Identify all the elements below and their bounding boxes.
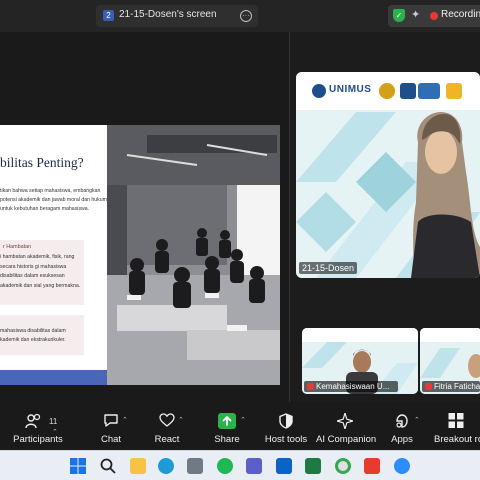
ai-companion-button[interactable]: AI Companion <box>316 402 377 450</box>
shield-icon <box>279 413 293 429</box>
thumbnail-banner-2 <box>420 328 480 342</box>
react-button[interactable]: ⌃ React <box>144 402 190 450</box>
thumbnail-name-text: Kemahasiswaan U... <box>316 382 390 391</box>
zoom-window: 2 21-15-Dosen's screen ··· ✓ ✦ Recording… <box>0 0 480 480</box>
host-tools-label: Host tools <box>264 434 308 445</box>
chat-icon <box>104 414 118 427</box>
react-caret-icon[interactable]: ⌃ <box>178 416 184 424</box>
share-screen-icon <box>218 413 236 429</box>
university-logo-text: UNIMUS <box>329 84 372 95</box>
participants-count: 11 <box>49 417 58 426</box>
slide-callout-box-2: mahasiswa disabilitas dalam kademik dan … <box>0 315 84 355</box>
thumbnail-name-label-2: Fitria Faticha <box>422 381 480 392</box>
chat-caret-icon[interactable]: ⌃ <box>122 416 128 424</box>
breakout-rooms-label: Breakout roo <box>434 434 480 445</box>
ai-sparkle-icon <box>337 413 353 429</box>
thumbnail-banner <box>302 328 418 342</box>
acrobat-icon[interactable] <box>364 458 380 474</box>
meeting-toolbar: 11 ⌃ Participants ⌃ Chat ⌃ React ⌃ Share <box>0 402 480 450</box>
video-banner: UNIMUS <box>296 72 480 110</box>
apps-icon <box>396 414 408 428</box>
tab-number-badge: 2 <box>103 10 114 21</box>
apps-caret-icon[interactable]: ⌃ <box>414 416 420 424</box>
callout-text: i hambatan akademik, fisik, rang secara … <box>0 254 81 289</box>
slide-text-panel: bilitas Penting? tikan bahwa setiap maha… <box>0 125 107 385</box>
presentation-slide: bilitas Penting? tikan bahwa setiap maha… <box>0 125 280 385</box>
heart-icon <box>159 413 175 427</box>
slide-callout-box: r Hambatan i hambatan akademik, fisik, r… <box>0 240 84 305</box>
university-logo-icon <box>312 84 326 98</box>
edge-icon[interactable] <box>158 458 174 474</box>
file-explorer-icon[interactable] <box>130 458 146 474</box>
callout-heading: r Hambatan <box>3 244 32 250</box>
slide-title: bilitas Penting? <box>0 155 84 170</box>
share-caret-icon[interactable]: ⌃ <box>240 416 246 424</box>
breakout-grid-icon <box>448 413 464 428</box>
badge-icon <box>418 83 440 99</box>
title-bar: 2 21-15-Dosen's screen ··· ✓ ✦ Recording… <box>0 0 480 32</box>
slide-footer-bar <box>0 370 107 385</box>
camera-icon[interactable] <box>187 458 203 474</box>
apps-label: Apps <box>391 434 413 445</box>
spotify-icon[interactable] <box>217 458 233 474</box>
chrome-icon[interactable] <box>335 458 351 474</box>
main-video-tile[interactable]: UNIMUS <box>296 72 480 278</box>
ai-companion-label: AI Companion <box>316 434 377 445</box>
chat-label: Chat <box>100 434 122 445</box>
callout-text-2: mahasiswa disabilitas dalam kademik dan … <box>0 328 66 343</box>
breakout-rooms-button[interactable]: Breakout roo <box>432 402 480 450</box>
chat-button[interactable]: ⌃ Chat <box>88 402 134 450</box>
participants-button[interactable]: 11 ⌃ Participants <box>8 402 68 450</box>
share-label: Share <box>214 434 240 445</box>
classroom-illustration <box>107 125 280 385</box>
record-dot-icon <box>430 12 438 20</box>
mic-muted-icon <box>425 383 432 390</box>
excel-icon[interactable] <box>305 458 321 474</box>
teams-icon[interactable] <box>246 458 262 474</box>
recording-label: Recording... <box>441 9 480 20</box>
participants-icon <box>25 413 41 429</box>
search-icon[interactable] <box>100 458 116 474</box>
emblem-icon <box>379 83 395 99</box>
windows-taskbar <box>0 450 480 480</box>
more-options-icon[interactable]: ··· <box>240 10 252 22</box>
host-tools-button[interactable]: Host tools <box>262 402 310 450</box>
mic-muted-icon <box>307 383 314 390</box>
shared-screen-area: bilitas Penting? tikan bahwa setiap maha… <box>0 32 290 402</box>
zoom-icon[interactable] <box>394 458 410 474</box>
react-label: React <box>154 434 180 445</box>
thumbnail-name-text-2: Fitria Faticha <box>434 382 480 391</box>
share-button[interactable]: ⌃ Share <box>204 402 250 450</box>
outlook-icon[interactable] <box>276 458 292 474</box>
seal-icon <box>400 83 416 99</box>
windows-icon[interactable] <box>70 458 86 474</box>
thumbnail-name-label: Kemahasiswaan U... <box>304 381 398 392</box>
apps-button[interactable]: ⌃ Apps <box>384 402 420 450</box>
participants-label: Participants <box>13 434 63 445</box>
logo-mark-icon <box>446 83 462 99</box>
tab-title: 21-15-Dosen's screen <box>119 9 217 20</box>
slide-paragraph: tikan bahwa setiap mahasiswa, embangkan … <box>0 188 107 212</box>
main-video-name-label: 21-15-Dosen <box>299 262 358 274</box>
ai-sparkle-icon[interactable]: ✦ <box>411 8 420 21</box>
security-shield-icon[interactable]: ✓ <box>393 9 405 22</box>
